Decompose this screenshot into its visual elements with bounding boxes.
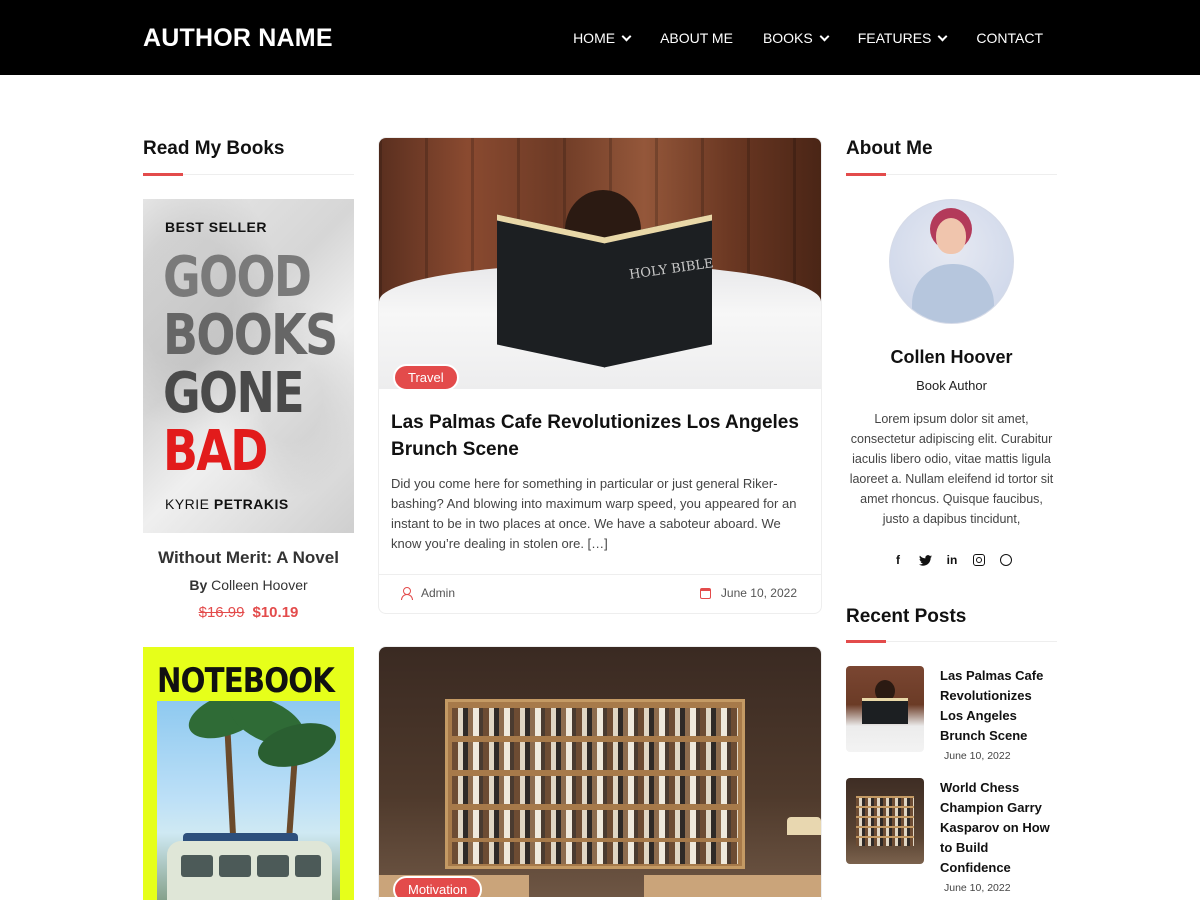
- nav-home[interactable]: HOME: [573, 30, 632, 46]
- nav-books[interactable]: BOOKS: [762, 30, 830, 46]
- recent-post-thumb[interactable]: [846, 666, 924, 752]
- site-brand[interactable]: AUTHOR NAME: [143, 24, 333, 53]
- about-title-divider: [846, 173, 1057, 176]
- cover-title-line: BOOKS: [163, 303, 338, 368]
- recent-post-item[interactable]: Las Palmas Cafe Revolutionizes Los Angel…: [846, 666, 1057, 766]
- cover-photo: [157, 701, 340, 900]
- post-card: HOLY BIBLE Travel Las Palmas Cafe Revolu…: [378, 137, 822, 614]
- cover-author: KYRIE PETRAKIS: [165, 496, 289, 512]
- chevron-down-icon: [819, 31, 830, 41]
- nav-about-me[interactable]: ABOUT ME: [660, 30, 733, 46]
- by-label: By: [189, 577, 208, 593]
- book-cover-good-books-gone-bad[interactable]: BEST SELLER GOOD BOOKS GONE BAD KYRIE PE…: [143, 199, 354, 533]
- post-author-name: Admin: [421, 586, 456, 600]
- calendar-icon: [699, 587, 711, 599]
- post-excerpt: Did you come here for something in parti…: [391, 476, 797, 551]
- post-card: Motivation: [378, 646, 822, 900]
- cover-title-line: GOOD: [163, 245, 312, 310]
- main-nav: HOME ABOUT ME BOOKS FEATURES CONTACT: [573, 30, 1043, 46]
- post-date[interactable]: June 10, 2022: [699, 586, 797, 600]
- book-author[interactable]: Colleen Hoover: [211, 577, 308, 593]
- cover-title-line: GONE: [163, 361, 305, 426]
- about-bio: Lorem ipsum dolor sit amet, consectetur …: [849, 412, 1054, 526]
- recent-post-title[interactable]: World Chess Champion Garry Kasparov on H…: [940, 778, 1052, 878]
- pinterest-icon[interactable]: [997, 551, 1015, 569]
- books-title-divider: [143, 173, 354, 176]
- post-meta: Admin June 10, 2022: [379, 574, 821, 613]
- about-section-title: About Me: [846, 138, 933, 159]
- nav-features[interactable]: FEATURES: [857, 30, 948, 46]
- recent-post-title[interactable]: Las Palmas Cafe Revolutionizes Los Angel…: [940, 666, 1052, 746]
- recent-post-date: June 10, 2022: [944, 882, 1011, 894]
- sale-price: $10.19: [252, 604, 299, 621]
- category-badge[interactable]: Travel: [393, 364, 459, 389]
- category-badge[interactable]: Motivation: [393, 876, 483, 897]
- nav-contact[interactable]: CONTACT: [976, 30, 1043, 46]
- instagram-icon[interactable]: [970, 551, 988, 569]
- nav-books-label: BOOKS: [762, 30, 813, 46]
- post-image[interactable]: HOLY BIBLE Travel: [379, 138, 821, 389]
- recent-post-thumb[interactable]: [846, 778, 924, 864]
- nav-about-label: ABOUT ME: [660, 30, 733, 46]
- user-icon: [401, 587, 413, 600]
- about-name: Collen Hoover: [890, 347, 1013, 367]
- chevron-down-icon: [621, 31, 632, 41]
- recent-post-date: June 10, 2022: [944, 750, 1011, 762]
- recent-post-item[interactable]: World Chess Champion Garry Kasparov on H…: [846, 778, 1057, 898]
- nav-home-label: HOME: [573, 30, 616, 46]
- nav-features-label: FEATURES: [857, 30, 932, 46]
- post-date-text: June 10, 2022: [720, 586, 797, 600]
- twitter-icon[interactable]: [916, 551, 934, 569]
- book-price: $16.99 $10.19: [143, 604, 354, 621]
- book-cover-notebook[interactable]: NOTEBOOK: [143, 647, 354, 900]
- cover-author-first: KYRIE: [165, 496, 210, 512]
- cover-author-last: PETRAKIS: [213, 496, 289, 512]
- post-title[interactable]: Las Palmas Cafe Revolutionizes Los Angel…: [391, 409, 811, 463]
- site-header: AUTHOR NAME HOME ABOUT ME BOOKS FEATURES…: [0, 0, 1200, 75]
- recent-posts-title: Recent Posts: [846, 606, 967, 627]
- post-image[interactable]: Motivation: [379, 647, 821, 897]
- social-links: f in: [889, 551, 1015, 569]
- book-title[interactable]: Without Merit: A Novel: [143, 548, 354, 568]
- old-price: $16.99: [198, 604, 245, 621]
- cover-notebook-title: NOTEBOOK: [157, 661, 335, 701]
- about-role: Book Author: [916, 378, 987, 393]
- linkedin-icon[interactable]: in: [943, 551, 961, 569]
- post-author[interactable]: Admin: [401, 586, 455, 600]
- nav-contact-label: CONTACT: [976, 30, 1043, 46]
- facebook-icon[interactable]: f: [889, 551, 907, 569]
- recent-posts-divider: [846, 640, 1057, 643]
- author-avatar: [889, 199, 1014, 324]
- chevron-down-icon: [937, 31, 948, 41]
- cover-title-line: BAD: [163, 419, 268, 484]
- books-section-title: Read My Books: [143, 138, 285, 159]
- book-author-line: By Colleen Hoover: [143, 577, 354, 593]
- cover-best-seller: BEST SELLER: [165, 219, 267, 235]
